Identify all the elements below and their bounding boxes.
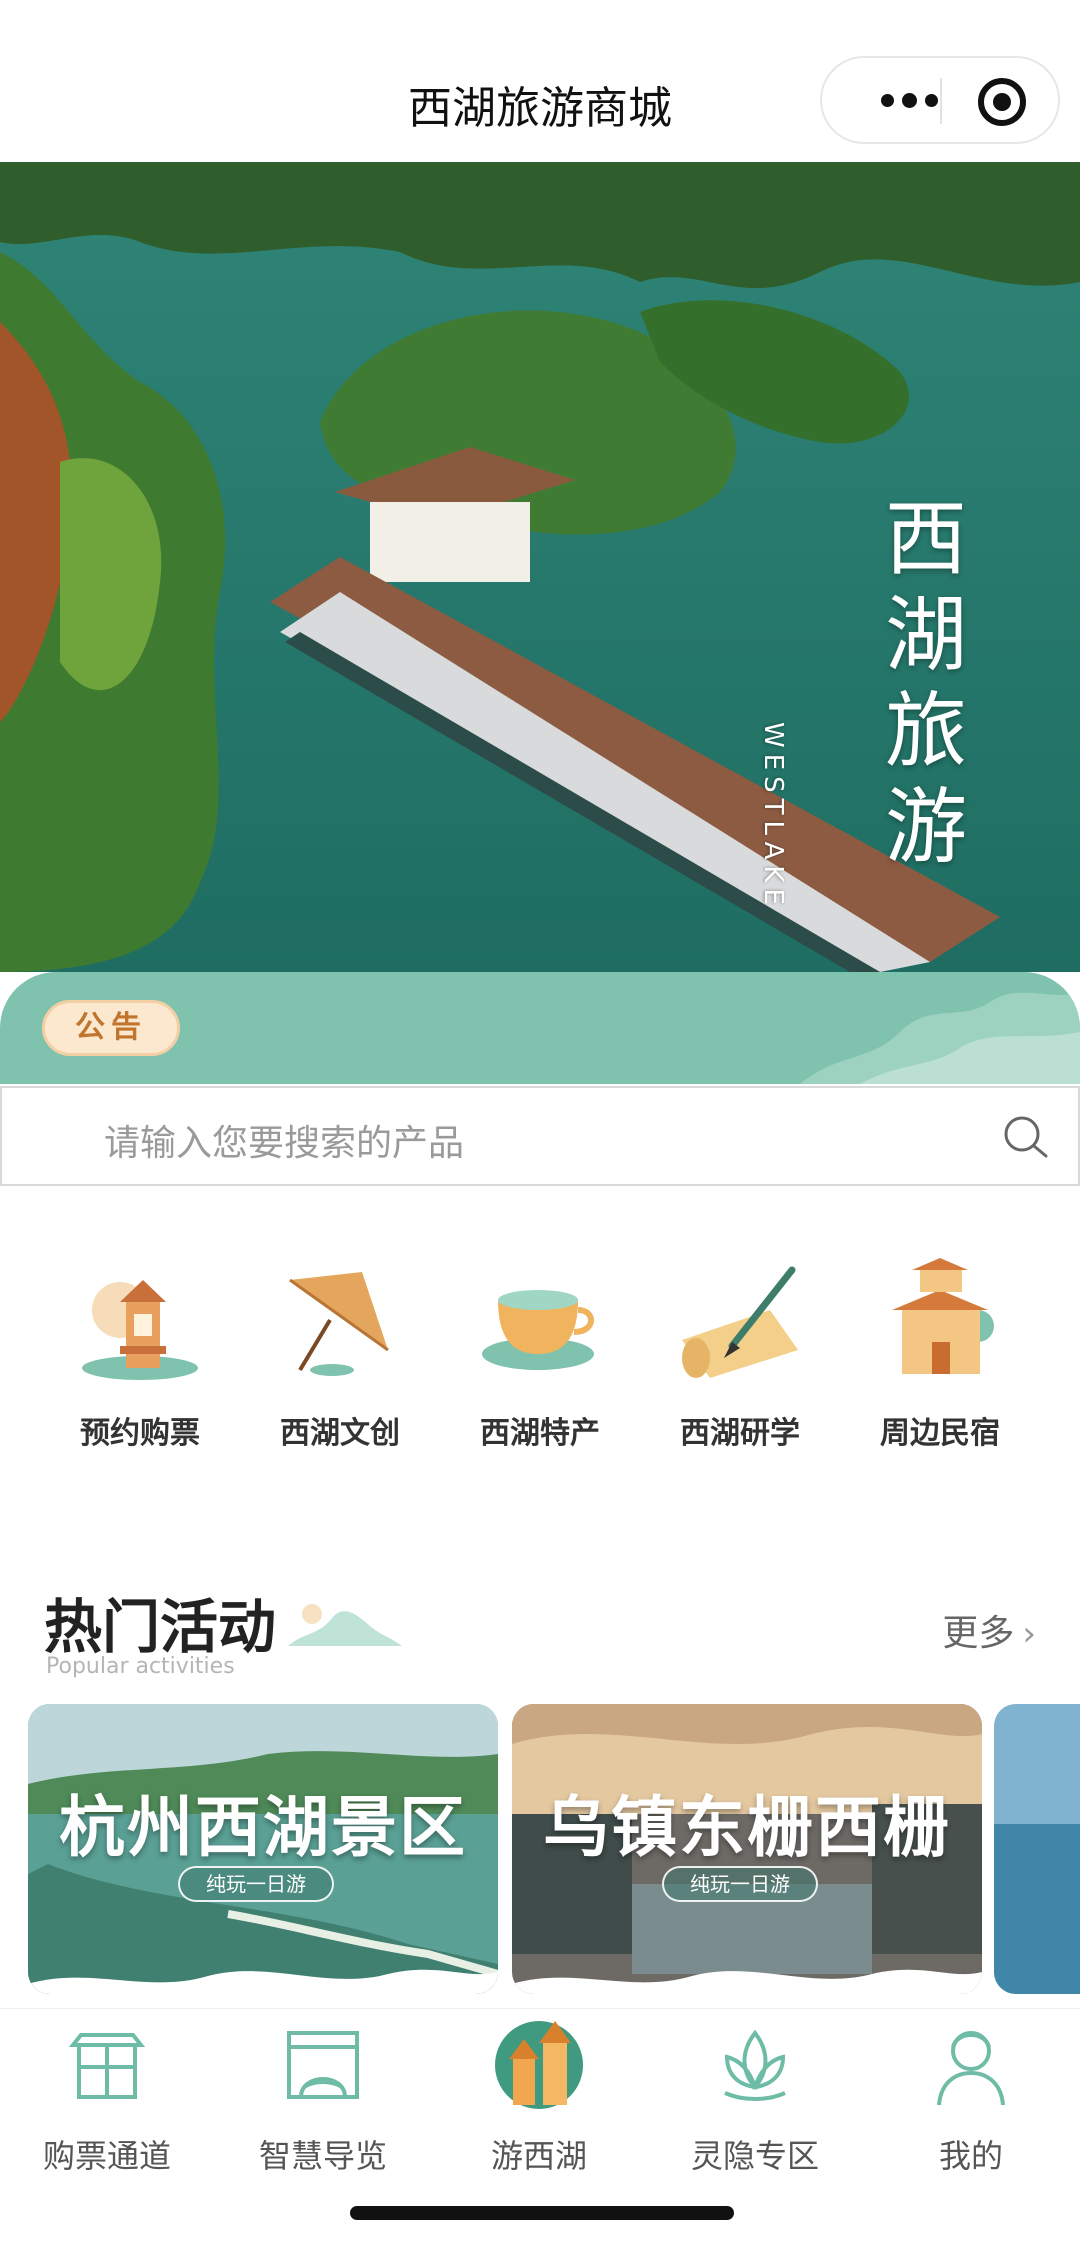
section-title: 热门活动	[44, 1593, 277, 1661]
category-item-culture[interactable]: 西湖文创	[240, 1250, 440, 1470]
tab-west-lake[interactable]: 游西湖	[444, 2017, 634, 2177]
announcement-bar[interactable]: 公告	[0, 972, 1080, 1084]
hero-vertical-title: 西 湖 旅 游	[884, 492, 967, 875]
west-lake-pagoda-icon	[495, 2021, 583, 2109]
announcement-badge: 公告	[42, 1000, 180, 1056]
tab-lingyin[interactable]: 灵隐专区	[660, 2017, 850, 2177]
more-options-icon[interactable]	[854, 58, 964, 142]
navigation-bar: 西湖旅游商城	[0, 0, 1080, 162]
capsule-divider	[940, 78, 942, 124]
bridge-icon	[287, 2031, 359, 2099]
search-bar[interactable]: 请输入您要搜索的产品	[0, 1086, 1080, 1186]
category-item-study[interactable]: 西湖研学	[640, 1250, 840, 1470]
gate-icon	[68, 2033, 146, 2099]
category-item-homestay[interactable]: 周边民宿	[840, 1250, 1040, 1470]
mountain-decoration-icon	[800, 992, 1080, 1084]
card-image	[994, 1704, 1080, 1994]
tab-tickets[interactable]: 购票通道	[12, 2017, 202, 2177]
hot-activities-header: 热门活动 Popular activities 更多 ›	[44, 1580, 1044, 1679]
hero-banner[interactable]: 西 湖 旅 游 WESTLAKE	[0, 162, 1080, 972]
category-grid: 预约购票 西湖文创 西湖特产 西湖研学 周边民宿	[40, 1250, 1040, 1470]
card-tag: 纯玩一日游	[178, 1866, 334, 1902]
home-indicator[interactable]	[350, 2206, 734, 2220]
card-title: 杭州西湖景区	[59, 1788, 467, 1866]
house-icon	[892, 1258, 994, 1374]
activity-card[interactable]: 乌镇东栅西栅 纯玩一日游	[512, 1704, 982, 1994]
umbrella-icon	[289, 1272, 389, 1376]
category-item-tickets[interactable]: 预约购票	[40, 1250, 240, 1470]
search-input[interactable]: 请输入您要搜索的产品	[104, 1114, 464, 1166]
tea-cup-icon	[482, 1290, 594, 1370]
mini-program-capsule	[820, 56, 1060, 144]
scroll-brush-icon	[682, 1266, 798, 1378]
lotus-icon	[724, 2029, 786, 2101]
more-link[interactable]: 更多 ›	[942, 1604, 1036, 1656]
activity-carousel[interactable]: 杭州西湖景区 纯玩一日游 乌镇东栅西栅 纯玩一日游	[28, 1704, 1080, 1996]
close-mini-program-icon[interactable]	[978, 78, 1026, 126]
monk-icon	[937, 2031, 1005, 2106]
mountain-icon	[288, 1604, 402, 1646]
chevron-right-icon: ›	[1022, 1614, 1036, 1654]
pagoda-icon	[82, 1280, 198, 1380]
section-subtitle: Popular activities	[46, 1654, 235, 1679]
card-title: 乌镇东栅西栅	[543, 1788, 951, 1866]
card-tag: 纯玩一日游	[662, 1866, 818, 1902]
search-icon[interactable]	[1002, 1114, 1050, 1162]
tab-mine[interactable]: 我的	[876, 2017, 1066, 2177]
activity-card[interactable]: 杭州西湖景区 纯玩一日游	[28, 1704, 498, 1994]
hero-subtitle: WESTLAKE	[758, 722, 788, 911]
activity-card-partial[interactable]	[994, 1704, 1080, 1994]
category-item-specialty[interactable]: 西湖特产	[440, 1250, 640, 1470]
tab-guide[interactable]: 智慧导览	[228, 2017, 418, 2177]
